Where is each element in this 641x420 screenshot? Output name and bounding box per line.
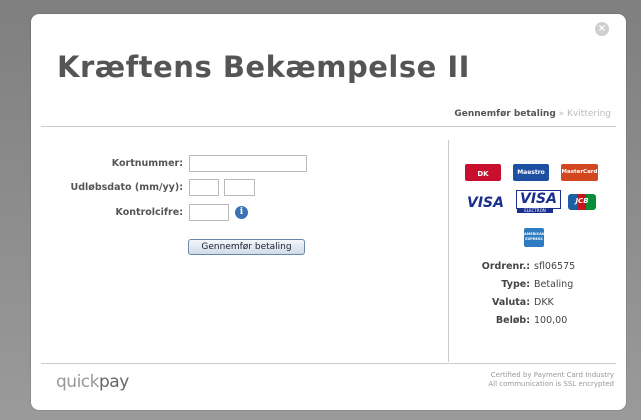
type-value: Betaling [534, 279, 574, 290]
cvc-row: Kontrolcifre: [31, 204, 183, 224]
breadcrumb: Gennemfør betaling » Kvittering [454, 109, 611, 119]
expiry-label: Udløbsdato (mm/yy): [70, 182, 183, 193]
expiry-month-input[interactable] [189, 179, 219, 196]
header-divider [41, 126, 616, 127]
info-icon[interactable]: i [235, 206, 248, 219]
payment-modal: × Kræftens Bekæmpelse II Gennemfør betal… [31, 14, 626, 410]
order-number-label: Ordrenr.: [481, 261, 530, 272]
dankort-icon: DK [465, 164, 501, 181]
cvc-input[interactable] [189, 204, 229, 221]
type-label: Type: [501, 279, 530, 290]
order-number-row: Ordrenr.: [31, 261, 530, 274]
expiry-row: Udløbsdato (mm/yy): [31, 179, 183, 199]
currency-value: DKK [534, 297, 554, 308]
visa-icon: VISA [467, 195, 504, 211]
cvc-label: Kontrolcifre: [115, 207, 183, 218]
step-separator: » [558, 109, 565, 119]
step-receipt: Kvittering [567, 109, 611, 119]
quickpay-logo: quickpay [56, 372, 129, 392]
amount-row: Beløb: [31, 315, 530, 328]
card-number-label: Kortnummer: [111, 158, 183, 169]
close-icon[interactable]: × [595, 22, 609, 36]
visa-electron-sub: ELECTRON [517, 208, 553, 213]
type-row: Type: [31, 279, 530, 292]
logo-quick: quick [56, 372, 99, 392]
amount-value: 100,00 [534, 315, 568, 326]
maestro-icon: Maestro [513, 164, 549, 181]
mastercard-icon: MasterCard [561, 164, 598, 181]
logo-pay: pay [98, 372, 129, 392]
currency-label: Valuta: [491, 297, 530, 308]
card-number-input[interactable] [189, 155, 307, 172]
jcb-label: JCB [575, 197, 589, 205]
amount-label: Beløb: [495, 315, 530, 326]
page-title: Kræftens Bekæmpelse II [57, 50, 470, 84]
cert-line-1: Certified by Payment Card Industry [490, 371, 614, 379]
column-divider [448, 140, 449, 362]
expiry-year-input[interactable] [224, 179, 255, 196]
amex-icon: AMERICAN EXPRESS [524, 228, 545, 247]
certification-text: Certified by Payment Card Industry All c… [488, 371, 614, 389]
jcb-icon: JCB [568, 194, 596, 210]
order-number-value: sfl06575 [534, 261, 576, 272]
footer-divider [41, 363, 616, 364]
submit-payment-button[interactable]: Gennemfør betaling [188, 239, 305, 255]
card-number-row: Kortnummer: [31, 155, 183, 175]
visa-electron-icon: VISA [516, 190, 561, 209]
currency-row: Valuta: [31, 297, 530, 310]
visa-electron-label: VISA [520, 191, 557, 207]
cert-line-2: All communication is SSL encrypted [488, 380, 614, 388]
step-payment: Gennemfør betaling [454, 109, 556, 119]
